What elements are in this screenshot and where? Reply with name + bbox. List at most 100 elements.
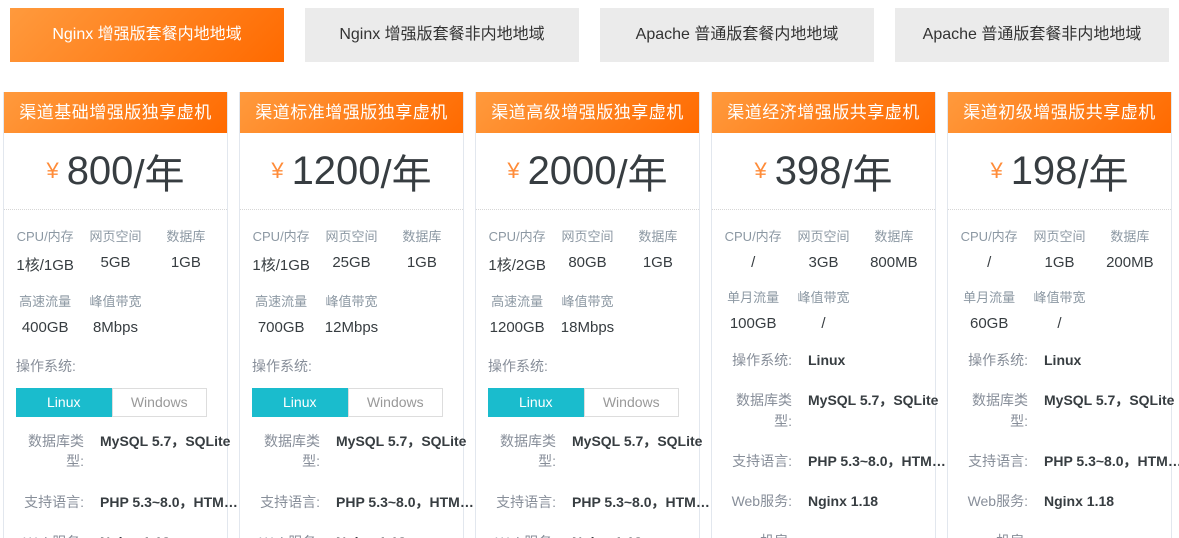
tab-apache-basic-mainland[interactable]: Apache 普通版套餐内地地域 bbox=[600, 8, 874, 62]
spec-grid: CPU/内存1核/2GB 网页空间80GB 数据库1GB 高速流量1200GB … bbox=[476, 210, 699, 340]
price-amount: 1200 bbox=[292, 149, 381, 194]
detail-list: 数据库类型:MySQL 5.7，SQLite 支持语言:PHP 5.3~8.0，… bbox=[476, 417, 699, 538]
detail-datacenter: 机房: bbox=[960, 531, 1163, 538]
os-toggle: Linux Windows bbox=[16, 388, 207, 417]
currency-symbol: ¥ bbox=[990, 158, 1002, 184]
tab-nginx-enhanced-mainland[interactable]: Nginx 增强版套餐内地地域 bbox=[10, 8, 284, 62]
price: ¥ 800 /年 bbox=[4, 133, 227, 210]
os-label: 操作系统: bbox=[488, 356, 687, 376]
spec-bandwidth: 峰值带宽18Mbps bbox=[552, 291, 622, 336]
os-option-linux[interactable]: Linux bbox=[488, 388, 584, 417]
currency-symbol: ¥ bbox=[271, 158, 283, 184]
price-unit: /年 bbox=[617, 142, 668, 200]
price: ¥ 198 /年 bbox=[948, 133, 1171, 210]
detail-list: 数据库类型:MySQL 5.7，SQLite 支持语言:PHP 5.3~8.0，… bbox=[4, 417, 227, 538]
plan-title: 渠道基础增强版独享虚机 bbox=[4, 92, 227, 133]
detail-languages: 支持语言:PHP 5.3~8.0，HTM… bbox=[724, 451, 927, 471]
detail-os: 操作系统:Linux bbox=[724, 350, 927, 370]
plan-title: 渠道高级增强版独享虚机 bbox=[476, 92, 699, 133]
plan-card-advanced: 渠道高级增强版独享虚机 ¥ 2000 /年 CPU/内存1核/2GB 网页空间8… bbox=[475, 92, 700, 538]
spec-cpu: CPU/内存1核/2GB bbox=[482, 226, 552, 275]
os-label: 操作系统: bbox=[16, 356, 215, 376]
detail-languages: 支持语言:PHP 5.3~8.0，HTM… bbox=[16, 492, 219, 512]
spec-database: 数据库1GB bbox=[387, 226, 457, 275]
spec-grid: CPU/内存1核/1GB 网页空间25GB 数据库1GB 高速流量700GB 峰… bbox=[240, 210, 463, 340]
spec-webspace: 网页空间25GB bbox=[316, 226, 386, 275]
os-option-windows[interactable]: Windows bbox=[584, 388, 680, 417]
plan-card-basic: 渠道基础增强版独享虚机 ¥ 800 /年 CPU/内存1核/1GB 网页空间5G… bbox=[3, 92, 228, 538]
spec-webspace: 网页空间3GB bbox=[788, 226, 858, 271]
plan-title: 渠道经济增强版共享虚机 bbox=[712, 92, 935, 133]
spec-bandwidth: 峰值带宽/ bbox=[1024, 287, 1094, 332]
os-toggle: Linux Windows bbox=[252, 388, 443, 417]
price-amount: 398 bbox=[775, 149, 842, 194]
price-amount: 198 bbox=[1011, 149, 1078, 194]
os-option-windows[interactable]: Windows bbox=[348, 388, 444, 417]
detail-list: 操作系统:Linux 数据库类型:MySQL 5.7，SQLite 支持语言:P… bbox=[712, 336, 935, 538]
detail-web-server: Web服务:Nginx 1.18 bbox=[960, 491, 1163, 511]
detail-languages: 支持语言:PHP 5.3~8.0，HTM… bbox=[960, 451, 1163, 471]
spec-traffic: 高速流量700GB bbox=[246, 291, 316, 336]
spec-bandwidth: 峰值带宽12Mbps bbox=[316, 291, 386, 336]
spec-webspace: 网页空间80GB bbox=[552, 226, 622, 275]
os-option-linux[interactable]: Linux bbox=[252, 388, 348, 417]
spec-traffic: 单月流量100GB bbox=[718, 287, 788, 332]
spec-cpu: CPU/内存1核/1GB bbox=[246, 226, 316, 275]
detail-web-server: Web服务:Nginx 1.18 bbox=[488, 532, 691, 538]
os-selector: 操作系统: Linux Windows bbox=[476, 340, 699, 417]
os-label: 操作系统: bbox=[252, 356, 451, 376]
price-unit: /年 bbox=[381, 142, 432, 200]
detail-list: 数据库类型:MySQL 5.7，SQLite 支持语言:PHP 5.3~8.0，… bbox=[240, 417, 463, 538]
spec-bandwidth: 峰值带宽8Mbps bbox=[80, 291, 150, 336]
spec-traffic: 单月流量60GB bbox=[954, 287, 1024, 332]
plan-title: 渠道初级增强版共享虚机 bbox=[948, 92, 1171, 133]
spec-webspace: 网页空间5GB bbox=[80, 226, 150, 275]
detail-languages: 支持语言:PHP 5.3~8.0，HTM… bbox=[488, 492, 691, 512]
plan-tabs: Nginx 增强版套餐内地地域 Nginx 增强版套餐非内地地域 Apache … bbox=[0, 0, 1179, 62]
spec-cpu: CPU/内存1核/1GB bbox=[10, 226, 80, 275]
price: ¥ 1200 /年 bbox=[240, 133, 463, 210]
os-selector: 操作系统: Linux Windows bbox=[240, 340, 463, 417]
spec-database: 数据库800MB bbox=[859, 226, 929, 271]
plan-title: 渠道标准增强版独享虚机 bbox=[240, 92, 463, 133]
price-amount: 2000 bbox=[528, 149, 617, 194]
os-option-linux[interactable]: Linux bbox=[16, 388, 112, 417]
spec-grid: CPU/内存/ 网页空间1GB 数据库200MB 单月流量60GB 峰值带宽/ bbox=[948, 210, 1171, 336]
os-option-windows[interactable]: Windows bbox=[112, 388, 208, 417]
price-unit: /年 bbox=[841, 142, 892, 200]
plan-card-standard: 渠道标准增强版独享虚机 ¥ 1200 /年 CPU/内存1核/1GB 网页空间2… bbox=[239, 92, 464, 538]
plan-card-economy: 渠道经济增强版共享虚机 ¥ 398 /年 CPU/内存/ 网页空间3GB 数据库… bbox=[711, 92, 936, 538]
price-amount: 800 bbox=[67, 149, 134, 194]
spec-traffic: 高速流量400GB bbox=[10, 291, 80, 336]
tab-apache-basic-non-mainland[interactable]: Apache 普通版套餐非内地地域 bbox=[895, 8, 1169, 62]
os-selector: 操作系统: Linux Windows bbox=[4, 340, 227, 417]
detail-db-type: 数据库类型:MySQL 5.7，SQLite bbox=[488, 431, 691, 472]
detail-web-server: Web服务:Nginx 1.18 bbox=[252, 532, 455, 538]
spec-bandwidth: 峰值带宽/ bbox=[788, 287, 858, 332]
tab-nginx-enhanced-non-mainland[interactable]: Nginx 增强版套餐非内地地域 bbox=[305, 8, 579, 62]
price-unit: /年 bbox=[133, 142, 184, 200]
detail-list: 操作系统:Linux 数据库类型:MySQL 5.7，SQLite 支持语言:P… bbox=[948, 336, 1171, 538]
detail-db-type: 数据库类型:MySQL 5.7，SQLite bbox=[724, 390, 927, 431]
os-toggle: Linux Windows bbox=[488, 388, 679, 417]
spec-grid: CPU/内存1核/1GB 网页空间5GB 数据库1GB 高速流量400GB 峰值… bbox=[4, 210, 227, 340]
detail-datacenter: 机房: bbox=[724, 531, 927, 538]
price: ¥ 398 /年 bbox=[712, 133, 935, 210]
currency-symbol: ¥ bbox=[507, 158, 519, 184]
spec-database: 数据库1GB bbox=[151, 226, 221, 275]
plan-card-list: 渠道基础增强版独享虚机 ¥ 800 /年 CPU/内存1核/1GB 网页空间5G… bbox=[0, 92, 1179, 538]
detail-db-type: 数据库类型:MySQL 5.7，SQLite bbox=[252, 431, 455, 472]
spec-cpu: CPU/内存/ bbox=[954, 226, 1024, 271]
detail-db-type: 数据库类型:MySQL 5.7，SQLite bbox=[960, 390, 1163, 431]
spec-database: 数据库1GB bbox=[623, 226, 693, 275]
spec-database: 数据库200MB bbox=[1095, 226, 1165, 271]
price-unit: /年 bbox=[1077, 142, 1128, 200]
detail-web-server: Web服务:Nginx 1.18 bbox=[724, 491, 927, 511]
currency-symbol: ¥ bbox=[754, 158, 766, 184]
detail-languages: 支持语言:PHP 5.3~8.0，HTM… bbox=[252, 492, 455, 512]
plan-card-entry: 渠道初级增强版共享虚机 ¥ 198 /年 CPU/内存/ 网页空间1GB 数据库… bbox=[947, 92, 1172, 538]
spec-webspace: 网页空间1GB bbox=[1024, 226, 1094, 271]
detail-os: 操作系统:Linux bbox=[960, 350, 1163, 370]
detail-web-server: Web服务:Nginx 1.18 bbox=[16, 532, 219, 538]
price: ¥ 2000 /年 bbox=[476, 133, 699, 210]
